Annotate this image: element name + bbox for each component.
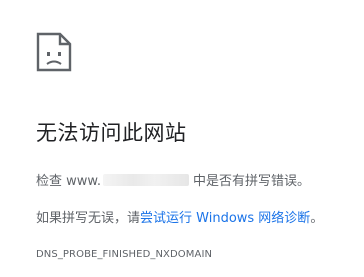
check-prefix: 检查 www. bbox=[36, 174, 101, 189]
suggest-prefix: 如果拼写无误，请 bbox=[36, 211, 141, 226]
sad-page-icon bbox=[36, 32, 72, 72]
network-diagnostics-link[interactable]: 尝试运行 Windows 网络诊断 bbox=[140, 211, 310, 226]
page-title: 无法访问此网站 bbox=[36, 121, 187, 145]
check-suffix: 中是否有拼写错误。 bbox=[192, 174, 310, 189]
spelling-check-message: 检查 www. 中是否有拼写错误。 bbox=[36, 170, 310, 189]
redacted-hostname bbox=[102, 174, 189, 186]
diagnostics-suggestion: 如果拼写无误，请尝试运行 Windows 网络诊断。 bbox=[36, 207, 323, 226]
error-code: DNS_PROBE_FINISHED_NXDOMAIN bbox=[36, 249, 213, 260]
suggest-suffix: 。 bbox=[310, 211, 324, 226]
